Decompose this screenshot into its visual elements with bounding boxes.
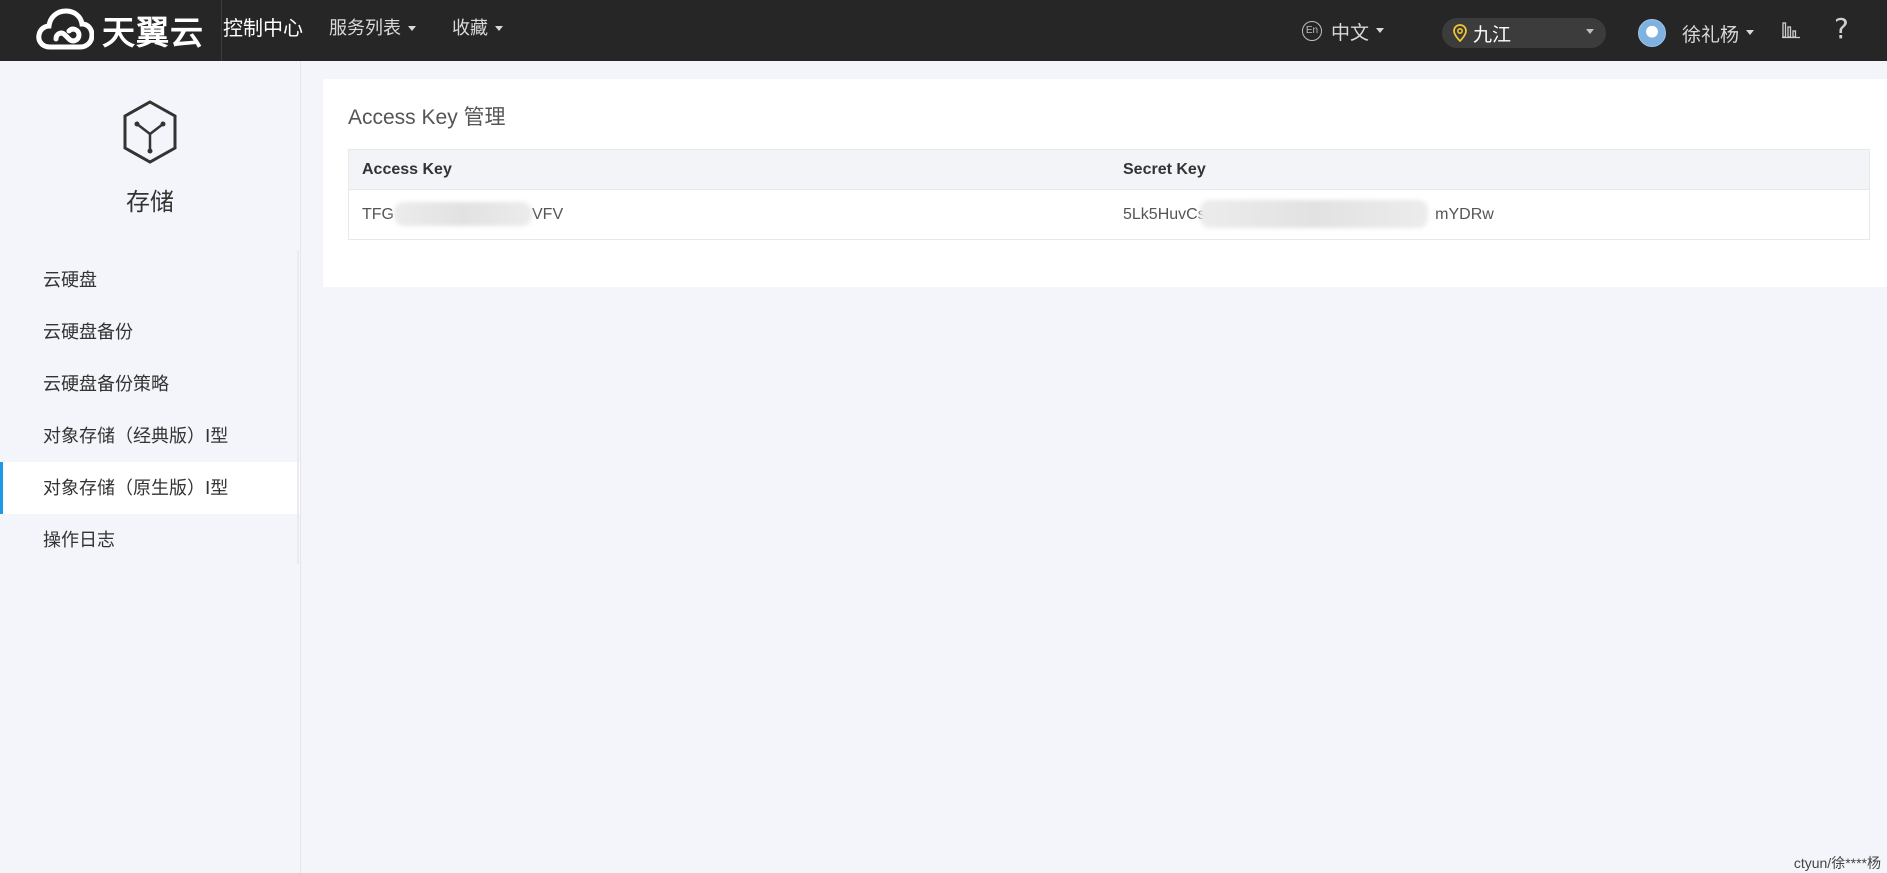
region-selector[interactable]: 九江 <box>1442 18 1606 48</box>
chevron-down-icon <box>1586 29 1594 34</box>
secret-key-cell[interactable]: 5Lk5HuvCsI mYDRw <box>1110 190 1869 239</box>
brand-logo[interactable]: 天翼云 <box>36 2 204 58</box>
secret-key-suffix: mYDRw <box>1435 206 1494 223</box>
chevron-down-icon <box>408 25 416 31</box>
nav-favorites-label: 收藏 <box>452 18 488 38</box>
language-label: 中文 <box>1331 22 1370 44</box>
avatar <box>1638 19 1666 47</box>
chevron-down-icon <box>1746 29 1755 35</box>
redaction-blur <box>394 202 532 226</box>
sidebar-item-label: 对象存储（经典版）Ⅰ型 <box>43 426 229 446</box>
chevron-down-icon <box>1376 27 1385 33</box>
sidebar-item-label: 云硬盘备份 <box>43 322 133 342</box>
access-key-table: Access Key Secret Key TFG VFV 5Lk5HuvCsI m… <box>348 149 1870 240</box>
sidebar-item-label: 操作日志 <box>43 530 115 550</box>
nav-favorites[interactable]: 收藏 <box>452 0 503 61</box>
footer-user-label: ctyun/徐****杨 <box>1793 855 1881 871</box>
sidebar-item-backup-policy[interactable]: 云硬盘备份策略 <box>0 358 300 410</box>
column-header-secret-key: Secret Key <box>1123 161 1206 178</box>
secret-key-prefix: 5Lk5HuvCsI <box>1123 206 1211 223</box>
logo-divider <box>221 0 222 61</box>
redaction-blur <box>1200 200 1428 228</box>
access-key-prefix: TFG <box>362 206 394 223</box>
language-icon: En <box>1302 21 1322 41</box>
sidebar-item-cloud-disk[interactable]: 云硬盘 <box>0 254 300 306</box>
nav-service-list-label: 服务列表 <box>329 18 401 38</box>
sidebar-item-object-storage-classic[interactable]: 对象存储（经典版）Ⅰ型 <box>0 410 300 462</box>
help-icon[interactable]: ? <box>1834 12 1849 45</box>
sidebar-item-operation-log[interactable]: 操作日志 <box>0 514 300 566</box>
sidebar-scrollbar[interactable] <box>297 251 299 564</box>
location-pin-icon <box>1453 24 1467 42</box>
sidebar-item-object-storage-native[interactable]: 对象存储（原生版）Ⅰ型 <box>0 462 300 514</box>
top-navigation-bar: 天翼云 控制中心 服务列表 收藏 En 中文 九江 徐礼杨 ? <box>0 0 1887 61</box>
sidebar-menu: 云硬盘 云硬盘备份 云硬盘备份策略 对象存储（经典版）Ⅰ型 对象存储（原生版）Ⅰ… <box>0 254 300 566</box>
sidebar-item-label: 云硬盘备份策略 <box>43 374 169 394</box>
language-selector[interactable]: En 中文 <box>1302 17 1385 45</box>
bar-chart-icon[interactable] <box>1782 21 1800 39</box>
table-header: Access Key Secret Key <box>349 150 1869 190</box>
cloud-logo-icon <box>36 8 94 50</box>
access-key-panel: Access Key 管理 Access Key Secret Key TFG V… <box>323 79 1887 287</box>
logo-text: 天翼云 <box>102 13 204 52</box>
sidebar-item-cloud-disk-backup[interactable]: 云硬盘备份 <box>0 306 300 358</box>
page-title: Access Key 管理 <box>348 106 506 129</box>
sidebar: 存储 云硬盘 云硬盘备份 云硬盘备份策略 对象存储（经典版）Ⅰ型 对象存储（原生… <box>0 61 301 873</box>
sidebar-item-label: 云硬盘 <box>43 270 97 290</box>
region-label: 九江 <box>1473 24 1512 46</box>
user-name: 徐礼杨 <box>1682 24 1740 46</box>
user-menu[interactable]: 徐礼杨 <box>1638 18 1755 48</box>
console-title[interactable]: 控制中心 <box>223 0 303 61</box>
storage-cube-icon <box>123 100 177 164</box>
column-header-access-key: Access Key <box>362 161 452 178</box>
table-row: TFG VFV 5Lk5HuvCsI mYDRw <box>349 190 1869 239</box>
access-key-cell[interactable]: TFG VFV <box>349 190 1110 239</box>
sidebar-item-label: 对象存储（原生版）Ⅰ型 <box>43 478 229 498</box>
nav-service-list[interactable]: 服务列表 <box>329 0 416 61</box>
access-key-suffix: VFV <box>532 206 564 223</box>
chevron-down-icon <box>495 25 503 31</box>
sidebar-title: 存储 <box>126 189 174 216</box>
